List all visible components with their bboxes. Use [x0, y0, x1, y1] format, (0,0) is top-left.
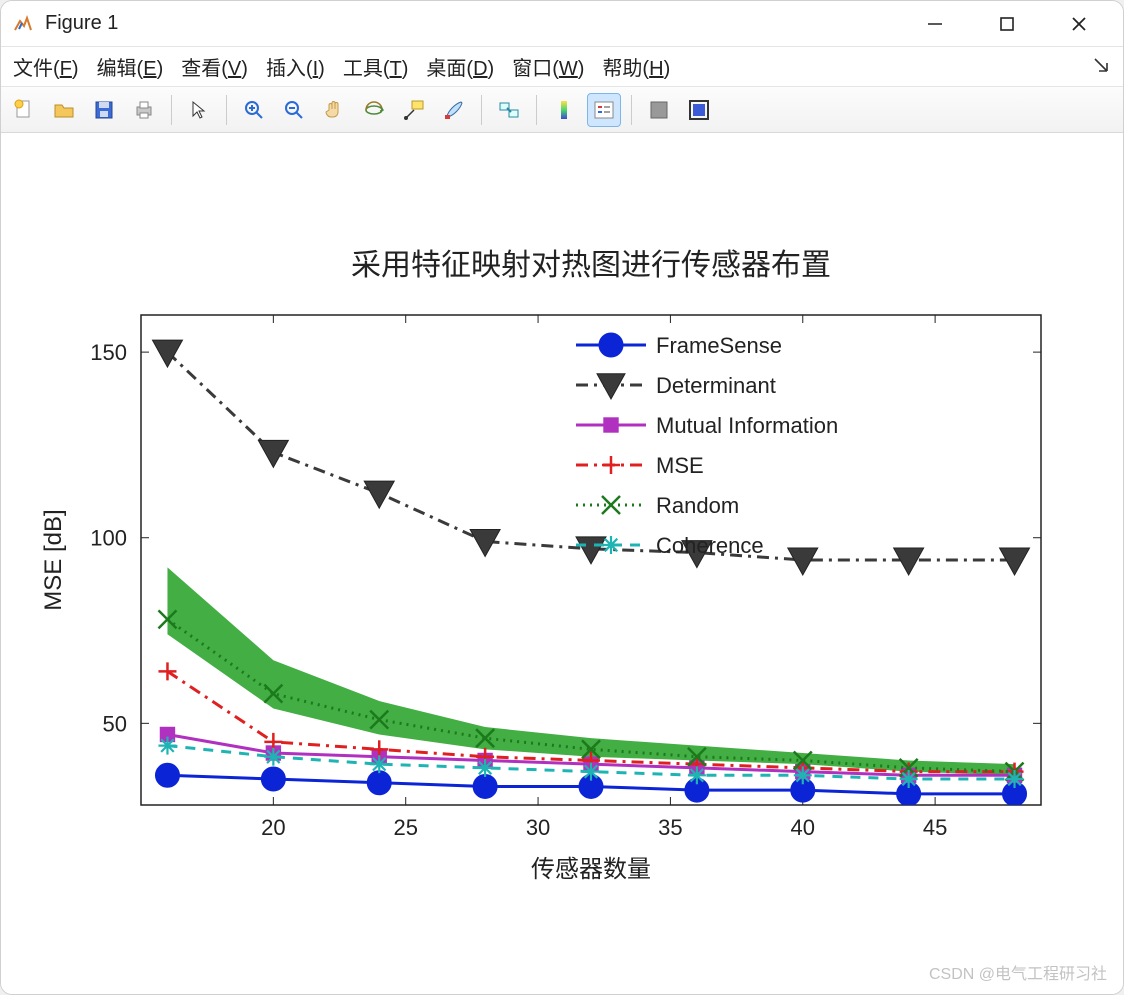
svg-text:Determinant: Determinant: [656, 373, 776, 398]
menubar: 文件(F) 编辑(E) 查看(V) 插入(I) 工具(T) 桌面(D) 窗口(W…: [1, 47, 1123, 87]
maximize-button[interactable]: [983, 6, 1031, 42]
figure-area[interactable]: 采用特征映射对热图进行传感器布置 50 100 150 20 25 30 35 40 45 传感器数…: [1, 135, 1123, 994]
save-disk-icon[interactable]: [87, 93, 121, 127]
watermark: CSDN @电气工程研习社: [929, 960, 1107, 984]
svg-text:45: 45: [923, 815, 947, 840]
svg-text:40: 40: [791, 815, 815, 840]
chart: 采用特征映射对热图进行传感器布置 50 100 150 20 25 30 35 40 45 传感器数…: [1, 135, 1124, 995]
menu-tools[interactable]: 工具(T): [343, 52, 409, 81]
menu-insert[interactable]: 插入(I): [266, 52, 325, 81]
menu-edit[interactable]: 编辑(E): [97, 52, 164, 81]
svg-text:30: 30: [526, 815, 550, 840]
menu-desktop[interactable]: 桌面(D): [426, 52, 494, 81]
svg-text:35: 35: [658, 815, 682, 840]
svg-text:50: 50: [103, 711, 127, 736]
link-plots-icon[interactable]: [492, 93, 526, 127]
zoom-out-icon[interactable]: [277, 93, 311, 127]
toolbar: [1, 87, 1123, 133]
svg-text:Mutual Information: Mutual Information: [656, 413, 838, 438]
subplot-icon[interactable]: [682, 93, 716, 127]
svg-text:Random: Random: [656, 493, 739, 518]
svg-text:MSE: MSE: [656, 453, 704, 478]
brush-icon[interactable]: [437, 93, 471, 127]
data-cursor-icon[interactable]: [397, 93, 431, 127]
dock-arrow-icon[interactable]: [1093, 57, 1109, 73]
new-file-icon[interactable]: [7, 93, 41, 127]
minimize-button[interactable]: [911, 6, 959, 42]
zoom-in-icon[interactable]: [237, 93, 271, 127]
menu-file[interactable]: 文件(F): [13, 52, 79, 81]
hide-plot-icon[interactable]: [642, 93, 676, 127]
pan-hand-icon[interactable]: [317, 93, 351, 127]
svg-text:20: 20: [261, 815, 285, 840]
menu-help[interactable]: 帮助(H): [602, 52, 670, 81]
colorbar-icon[interactable]: [547, 93, 581, 127]
svg-text:150: 150: [90, 340, 127, 365]
close-button[interactable]: [1055, 6, 1103, 42]
menu-window[interactable]: 窗口(W): [512, 52, 584, 81]
menu-view[interactable]: 查看(V): [181, 52, 248, 81]
titlebar: Figure 1: [1, 1, 1123, 47]
svg-text:MSE [dB]: MSE [dB]: [40, 509, 67, 610]
svg-text:Coherence: Coherence: [656, 533, 764, 558]
svg-text:100: 100: [90, 526, 127, 551]
svg-text:25: 25: [393, 815, 417, 840]
window-title: Figure 1: [45, 12, 118, 35]
rotate-3d-icon[interactable]: [357, 93, 391, 127]
legend-icon[interactable]: [587, 93, 621, 127]
svg-text:传感器数量: 传感器数量: [531, 856, 651, 883]
window-controls: [911, 6, 1103, 42]
svg-text:采用特征映射对热图进行传感器布置: 采用特征映射对热图进行传感器布置: [351, 249, 831, 282]
open-folder-icon[interactable]: [47, 93, 81, 127]
svg-text:FrameSense: FrameSense: [656, 333, 782, 358]
pointer-icon[interactable]: [182, 93, 216, 127]
printer-icon[interactable]: [127, 93, 161, 127]
figure-window: Figure 1 文件(F) 编辑(E) 查看(V) 插入(I) 工具(T) 桌…: [0, 0, 1124, 995]
matlab-icon: [11, 12, 35, 36]
